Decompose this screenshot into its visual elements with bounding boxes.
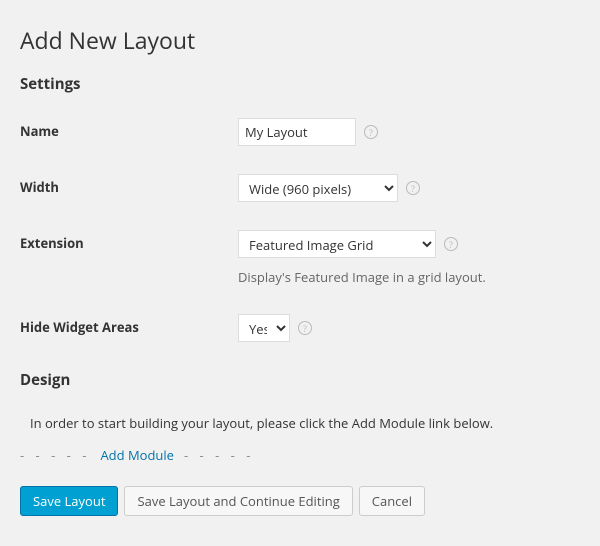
name-label: Name (20, 118, 238, 140)
field-row-extension: Extension Featured Image Grid ? (20, 230, 580, 258)
width-select[interactable]: Wide (960 pixels) (238, 174, 398, 202)
question-icon[interactable]: ? (298, 321, 312, 335)
dashes-right: - - - - - (184, 446, 254, 464)
settings-heading: Settings (20, 74, 580, 94)
extension-select[interactable]: Featured Image Grid (238, 230, 436, 258)
save-continue-button[interactable]: Save Layout and Continue Editing (124, 486, 352, 516)
design-intro-text: In order to start building your layout, … (30, 414, 580, 432)
width-label: Width (20, 174, 238, 196)
field-row-width: Width Wide (960 pixels) ? (20, 174, 580, 202)
hide-widget-select[interactable]: Yes (238, 314, 290, 342)
extension-description-row: Display's Featured Image in a grid layou… (20, 268, 580, 286)
extension-label: Extension (20, 230, 238, 252)
hide-widget-label: Hide Widget Areas (20, 314, 238, 336)
design-heading: Design (20, 370, 580, 390)
question-icon[interactable]: ? (406, 181, 420, 195)
name-input[interactable] (238, 118, 356, 146)
extension-description: Display's Featured Image in a grid layou… (238, 268, 486, 286)
add-module-row: - - - - - Add Module - - - - - (20, 446, 580, 464)
dashes-left: - - - - - (20, 446, 90, 464)
button-row: Save Layout Save Layout and Continue Edi… (20, 486, 580, 516)
save-button[interactable]: Save Layout (20, 486, 118, 516)
page-title: Add New Layout (20, 24, 580, 56)
cancel-button[interactable]: Cancel (359, 486, 425, 516)
field-row-hide-widget: Hide Widget Areas Yes ? (20, 314, 580, 342)
add-module-link[interactable]: Add Module (100, 446, 174, 464)
field-row-name: Name ? (20, 118, 580, 146)
question-icon[interactable]: ? (364, 125, 378, 139)
question-icon[interactable]: ? (444, 237, 458, 251)
